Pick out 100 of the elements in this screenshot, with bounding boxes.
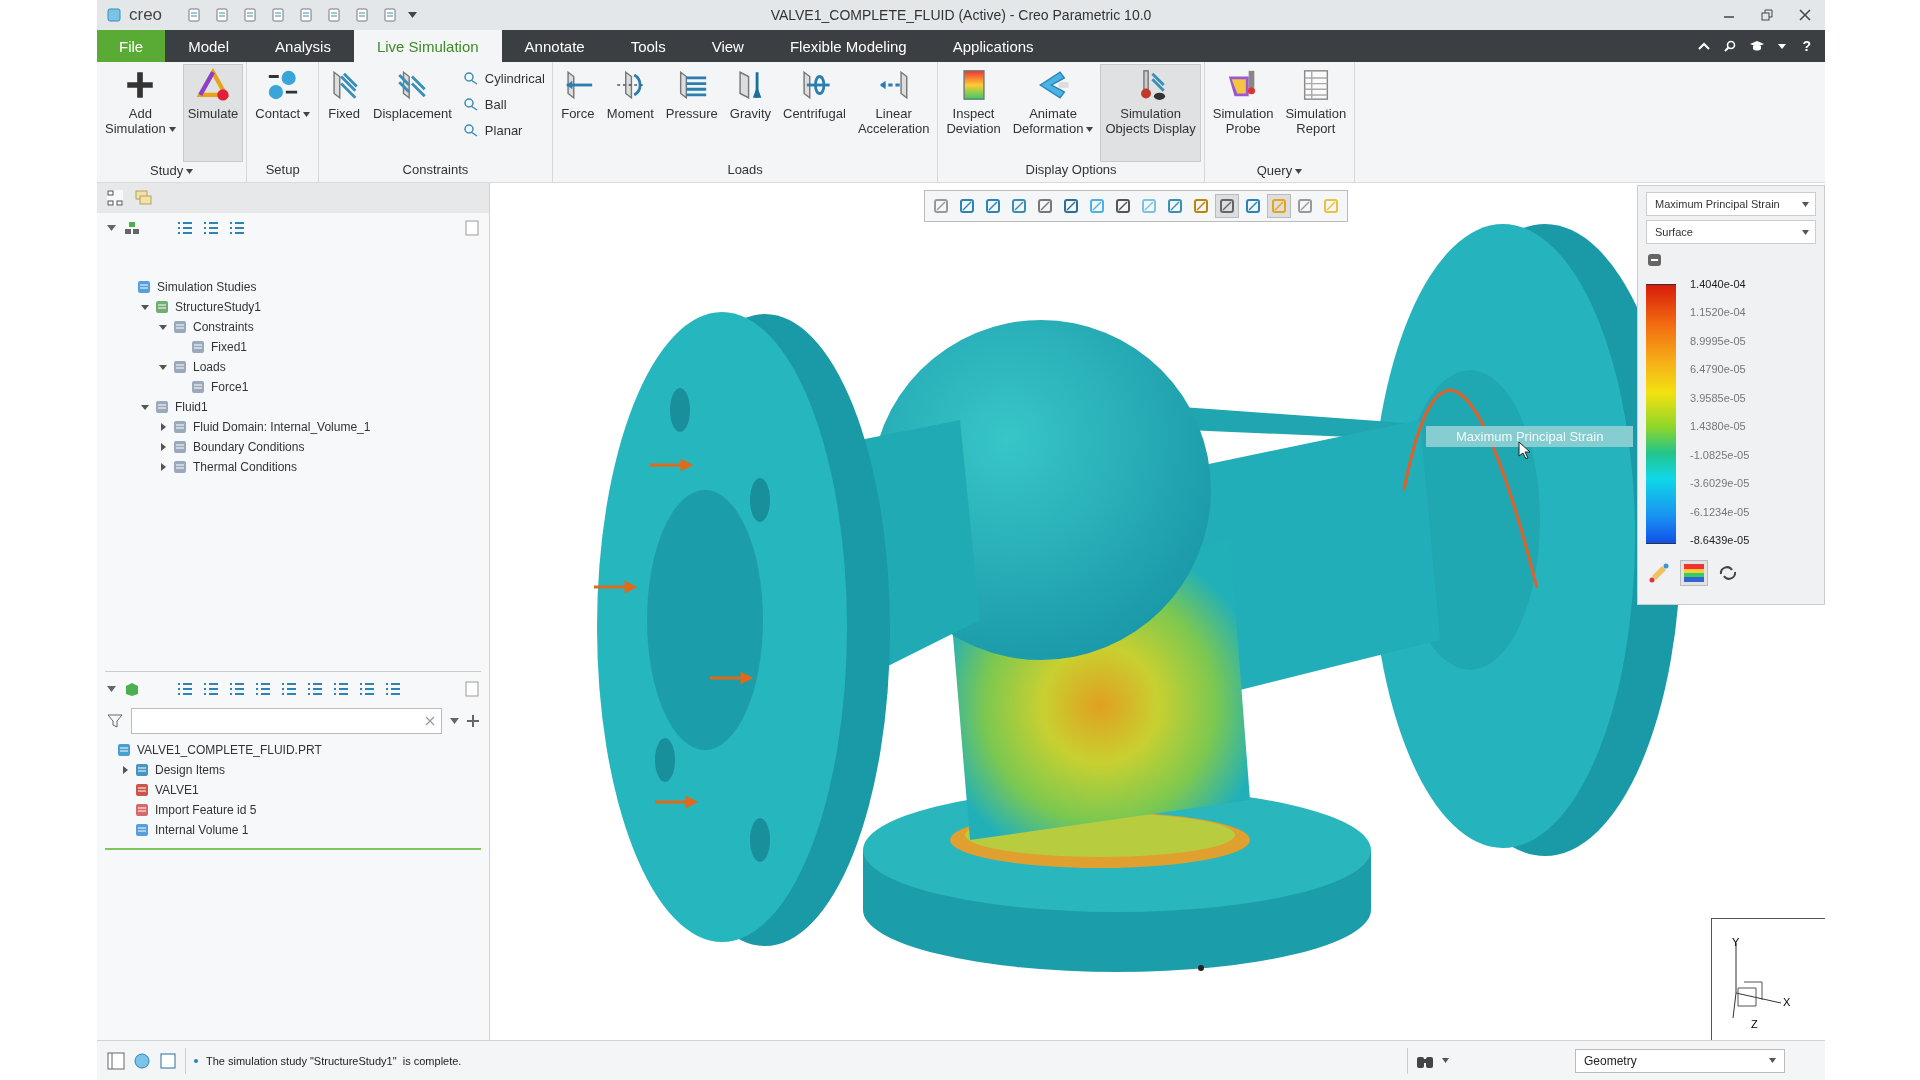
tree-item-label[interactable]: Internal Volume 1	[155, 823, 249, 837]
ribbon-button[interactable]: Simulation Report	[1280, 64, 1352, 162]
expand-list-icon[interactable]	[176, 220, 194, 236]
result-tooltip: Maximum Principal Strain	[1426, 426, 1634, 447]
tree-node-icon	[136, 279, 152, 295]
ribbon-button[interactable]: Inspect Deviation	[941, 64, 1006, 162]
ribbon-tab[interactable]: Applications	[929, 30, 1057, 62]
group-menu-button[interactable]: Study	[150, 162, 194, 182]
restore-icon[interactable]	[1761, 9, 1773, 21]
quantity-dropdown[interactable]: Maximum Principal Strain	[1646, 192, 1816, 216]
tree-item-label[interactable]: Design Items	[155, 763, 226, 777]
tree-item-label[interactable]: Thermal Conditions	[193, 460, 298, 474]
collapse-arrow-icon[interactable]	[141, 303, 149, 311]
gradient-diamond-icon[interactable]	[1648, 562, 1670, 584]
filter-icon[interactable]	[107, 713, 123, 729]
caret-icon	[1086, 127, 1094, 133]
swap-arrows-icon[interactable]	[1718, 564, 1738, 582]
caret-icon	[1802, 201, 1809, 207]
cube-logo-icon	[107, 8, 121, 22]
expand-arrow-icon[interactable]	[121, 766, 129, 774]
ribbon-tab[interactable]: Model	[165, 30, 253, 62]
ribbon-tab[interactable]: Annotate	[501, 30, 608, 62]
graduation-cap-icon[interactable]	[1750, 40, 1765, 52]
ribbon-button[interactable]: Moment	[601, 64, 659, 162]
ribbon-button[interactable]: Contact	[250, 64, 316, 162]
ribbon-tab[interactable]: Flexible Modeling	[766, 30, 930, 62]
ribbon-tab[interactable]: Analysis	[252, 30, 354, 62]
legend-value: -6.1234e-05	[1690, 505, 1750, 518]
close-icon[interactable]	[1799, 9, 1811, 21]
expand-arrow-icon[interactable]	[159, 463, 167, 471]
tree-item-label[interactable]: VALVE1	[155, 783, 199, 797]
caret-icon[interactable]	[107, 686, 116, 692]
caret-icon[interactable]	[450, 718, 459, 724]
square-icon[interactable]	[159, 1051, 177, 1070]
legend-value: 1.4040e-04	[1690, 278, 1747, 290]
tree-item-label[interactable]: Fluid Domain: Internal_Volume_1	[193, 420, 371, 434]
tree-item-label[interactable]: Constraints	[193, 320, 254, 334]
ribbon-button[interactable]: Gravity	[724, 64, 776, 162]
caret-icon	[1295, 168, 1303, 174]
customize-menu-icon[interactable]	[408, 12, 418, 18]
plus-icon[interactable]	[467, 715, 479, 727]
ribbon-tab[interactable]: Tools	[607, 30, 689, 62]
caret-icon[interactable]	[107, 225, 116, 231]
legend-value: 1.1520e-04	[1690, 306, 1747, 319]
caret-icon[interactable]	[1442, 1058, 1449, 1063]
ribbon-button[interactable]: Add Simulation	[100, 64, 181, 162]
tree-item-label[interactable]: Boundary Conditions	[193, 440, 305, 454]
ribbon-button[interactable]: Simulation Objects Display	[1100, 64, 1201, 162]
ribbon-button[interactable]: Pressure	[660, 64, 723, 162]
selection-filter-dropdown[interactable]: Geometry	[1575, 1048, 1785, 1073]
legend-value: -8.6439e-05	[1690, 533, 1750, 546]
tree-item-label[interactable]: Fluid1	[175, 400, 208, 414]
collapse-arrow-icon[interactable]	[141, 403, 149, 411]
expand-arrow-icon[interactable]	[159, 423, 167, 431]
help-button[interactable]: ?	[1800, 38, 1813, 54]
caret-icon[interactable]	[1778, 43, 1787, 49]
tree-item-label[interactable]: VALVE1_COMPLETE_FLUID.PRT	[137, 743, 322, 757]
ribbon-button[interactable]: Ball	[458, 94, 549, 114]
collapse-arrow-icon[interactable]	[159, 363, 167, 371]
search-icon[interactable]	[1724, 40, 1737, 52]
legend-value: 6.4790e-05	[1690, 363, 1747, 376]
tree-item-label[interactable]: Import Feature id 5	[155, 803, 257, 817]
tree-item-label[interactable]: StructureStudy1	[175, 300, 262, 314]
ribbon-tab[interactable]: View	[688, 30, 767, 62]
tree-item-label[interactable]: Fixed1	[211, 340, 248, 354]
ribbon-button[interactable]: Centrifugal	[778, 64, 851, 162]
ribbon-button[interactable]: Animate Deformation	[1007, 64, 1099, 162]
collapse-arrow-icon[interactable]	[159, 323, 167, 331]
tree-item-label[interactable]: Simulation Studies	[157, 280, 257, 294]
collapse-icon[interactable]	[1648, 254, 1661, 266]
ribbon-button[interactable]: Displacement	[368, 64, 457, 162]
tree-item-label[interactable]: Force1	[211, 380, 249, 394]
window-icon[interactable]	[107, 1051, 125, 1070]
tree-tab-icon[interactable]	[107, 190, 123, 206]
bolt-hole	[750, 818, 770, 862]
ribbon-tab[interactable]: Live Simulation	[353, 30, 502, 62]
tree-node-icon	[134, 802, 150, 818]
ribbon-button[interactable]: Simulation Probe	[1207, 64, 1279, 162]
load-arrow-icon	[650, 458, 694, 472]
caret-icon	[186, 168, 194, 174]
expand-list-icon[interactable]	[176, 681, 194, 697]
search-field[interactable]	[131, 708, 442, 734]
ribbon-button[interactable]: Simulate	[182, 64, 244, 162]
tree-node-icon	[134, 822, 150, 838]
group-menu-button[interactable]: Query	[1256, 162, 1303, 182]
assembly-blocks-icon[interactable]	[124, 221, 140, 235]
ribbon-button[interactable]: Cylindrical	[458, 68, 549, 88]
ribbon-button[interactable]: Planar	[458, 120, 549, 140]
globe-icon[interactable]	[133, 1051, 151, 1070]
ribbon-button[interactable]: Linear Acceleration	[852, 64, 935, 162]
ribbon-button[interactable]: Force	[555, 64, 600, 162]
ribbon-button[interactable]: Fixed	[322, 64, 367, 162]
clear-icon[interactable]	[425, 716, 435, 726]
new-file-icon[interactable]	[186, 7, 203, 23]
part-cube-icon[interactable]	[124, 682, 140, 696]
list-icon[interactable]	[332, 681, 350, 697]
display-dropdown[interactable]: Surface	[1646, 220, 1816, 244]
tree-item-label[interactable]: Loads	[193, 360, 226, 374]
collapse-ribbon-icon[interactable]	[1698, 41, 1711, 51]
expand-arrow-icon[interactable]	[159, 443, 167, 451]
